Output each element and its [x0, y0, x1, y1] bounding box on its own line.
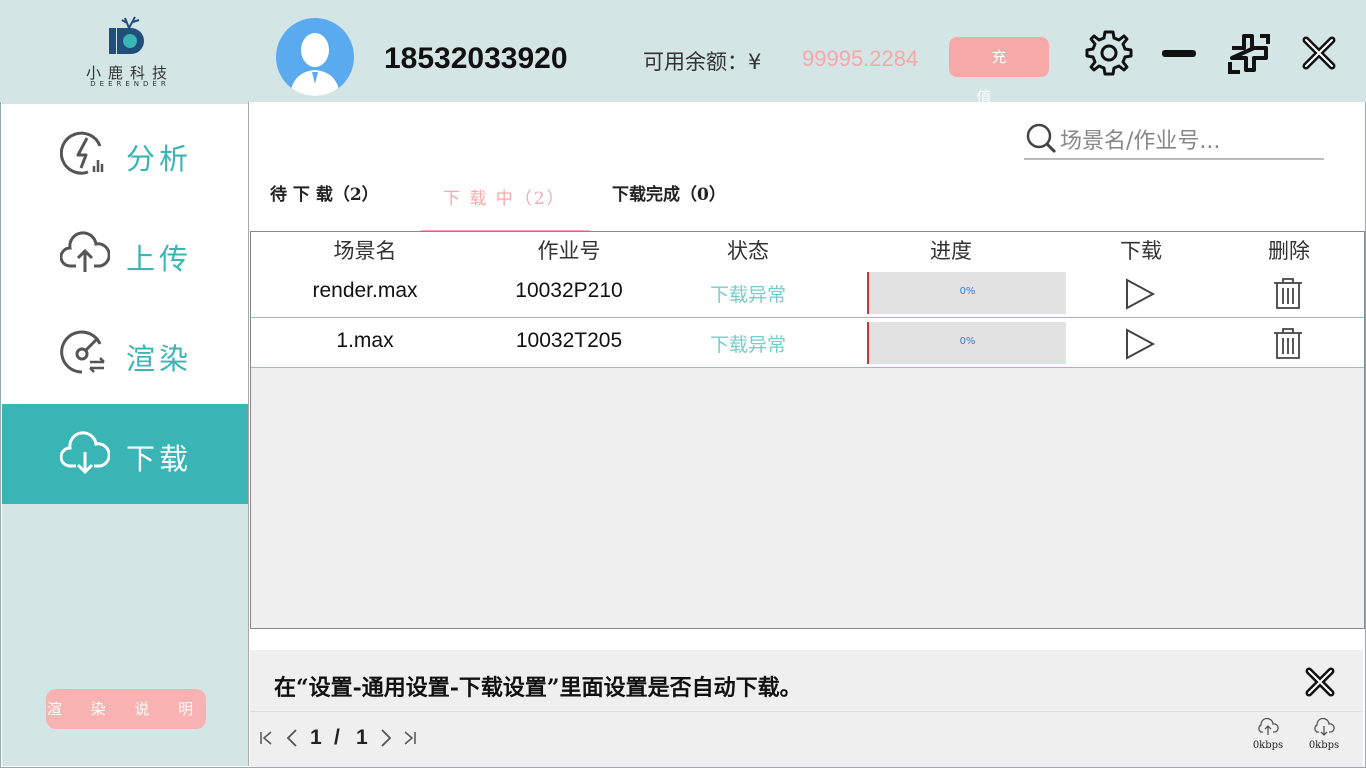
account-phone: 18532033920: [384, 42, 568, 75]
col-job: 作业号: [537, 239, 601, 263]
progress-bar: 0%: [867, 272, 1066, 314]
table-row[interactable]: render.max 10032P210 下载异常 0%: [251, 268, 1364, 318]
progress-bar: 0%: [867, 322, 1066, 364]
scene-name: 1.max: [336, 329, 394, 352]
search-icon: [1026, 123, 1057, 154]
sidebar-item-label: 下载: [126, 442, 193, 476]
sidebar-item-label: 上传: [126, 242, 193, 276]
job-id: 10032T205: [515, 329, 623, 352]
header-bar: 小鹿科技 DEERENDER 18532033920 可用余额：¥ 99995.…: [0, 0, 1366, 106]
download-speed: 0kbps: [1304, 717, 1344, 751]
maximize-icon[interactable]: [1226, 30, 1272, 76]
upload-speed-icon: [1258, 717, 1279, 735]
notice-text: 在“设置-通用设置-下载设置”里面设置是否自动下载。: [274, 675, 802, 701]
table-header: 场景名 作业号 状态 进度 下载 删除: [251, 232, 1364, 268]
sidebar-item-download[interactable]: 下载: [2, 404, 248, 504]
download-speed-value: 0kbps: [1308, 740, 1340, 751]
status-text: 下载异常: [709, 334, 786, 356]
search-input[interactable]: 场景名/作业号...: [1060, 123, 1220, 155]
recharge-button[interactable]: 充 值: [949, 37, 1049, 106]
render-help-button[interactable]: 渲 染 说 明: [46, 689, 206, 729]
user-silhouette-icon: [290, 33, 340, 96]
last-page-icon[interactable]: [402, 730, 418, 746]
current-page: 1: [310, 726, 322, 749]
footer-bar: 1 / 1 0kbps 0kbps: [250, 711, 1363, 767]
progress-value: 0%: [959, 336, 976, 347]
tab-completed[interactable]: 下载完成（0）: [612, 180, 726, 205]
avatar[interactable]: [276, 18, 354, 96]
status-text: 下载异常: [709, 284, 786, 306]
cloud-download-icon: [60, 431, 110, 475]
tab-downloading[interactable]: 下 载 中（2）: [443, 184, 566, 209]
sidebar-item-analysis[interactable]: 分析: [2, 104, 248, 204]
total-pages: 1: [356, 726, 368, 749]
col-status: 状态: [727, 239, 769, 263]
search-box[interactable]: 场景名/作业号...: [1024, 118, 1324, 160]
first-page-icon[interactable]: [258, 730, 274, 746]
col-progress: 进度: [930, 239, 972, 263]
gear-icon[interactable]: [1084, 28, 1134, 78]
trash-icon[interactable]: [1271, 326, 1305, 360]
upload-speed: 0kbps: [1248, 717, 1288, 751]
download-table: 场景名 作业号 状态 进度 下载 删除 render.max 10032P210…: [250, 231, 1365, 629]
sidebar-item-label: 分析: [126, 142, 193, 176]
job-id: 10032P210: [515, 279, 623, 302]
play-icon[interactable]: [1123, 277, 1157, 311]
table-row[interactable]: 1.max 10032T205 下载异常 0%: [251, 318, 1364, 368]
cloud-upload-icon: [60, 231, 110, 272]
progress-value: 0%: [959, 286, 976, 297]
col-scene: 场景名: [333, 239, 397, 263]
tab-pending[interactable]: 待 下 载（2）: [270, 180, 379, 205]
col-delete: 删除: [1268, 239, 1310, 263]
play-icon[interactable]: [1123, 327, 1157, 361]
render-icon: [60, 330, 105, 374]
balance-label: 可用余额：¥: [643, 50, 762, 74]
trash-icon[interactable]: [1271, 276, 1305, 310]
next-page-icon[interactable]: [378, 728, 394, 748]
sidebar-item-upload[interactable]: 上传: [2, 204, 248, 304]
close-icon[interactable]: [1300, 34, 1338, 72]
minimize-icon[interactable]: [1160, 48, 1198, 60]
balance-value: 99995.2284: [802, 46, 919, 71]
col-download: 下载: [1120, 239, 1162, 263]
logo-subtext: DEERENDER: [90, 80, 170, 88]
analysis-icon: [60, 131, 104, 175]
notice-bar: 在“设置-通用设置-下载设置”里面设置是否自动下载。: [250, 650, 1363, 712]
upload-speed-value: 0kbps: [1252, 740, 1284, 751]
sidebar-item-label: 渲染: [126, 342, 193, 376]
deer-logo-icon: [109, 16, 144, 54]
prev-page-icon[interactable]: [284, 728, 300, 748]
page-separator: /: [334, 726, 340, 749]
logo: 小鹿科技 DEERENDER: [60, 14, 200, 88]
sidebar-item-render[interactable]: 渲染: [2, 304, 248, 404]
scene-name: render.max: [312, 279, 418, 302]
download-speed-icon: [1314, 717, 1335, 736]
close-notice-icon[interactable]: [1304, 666, 1336, 698]
